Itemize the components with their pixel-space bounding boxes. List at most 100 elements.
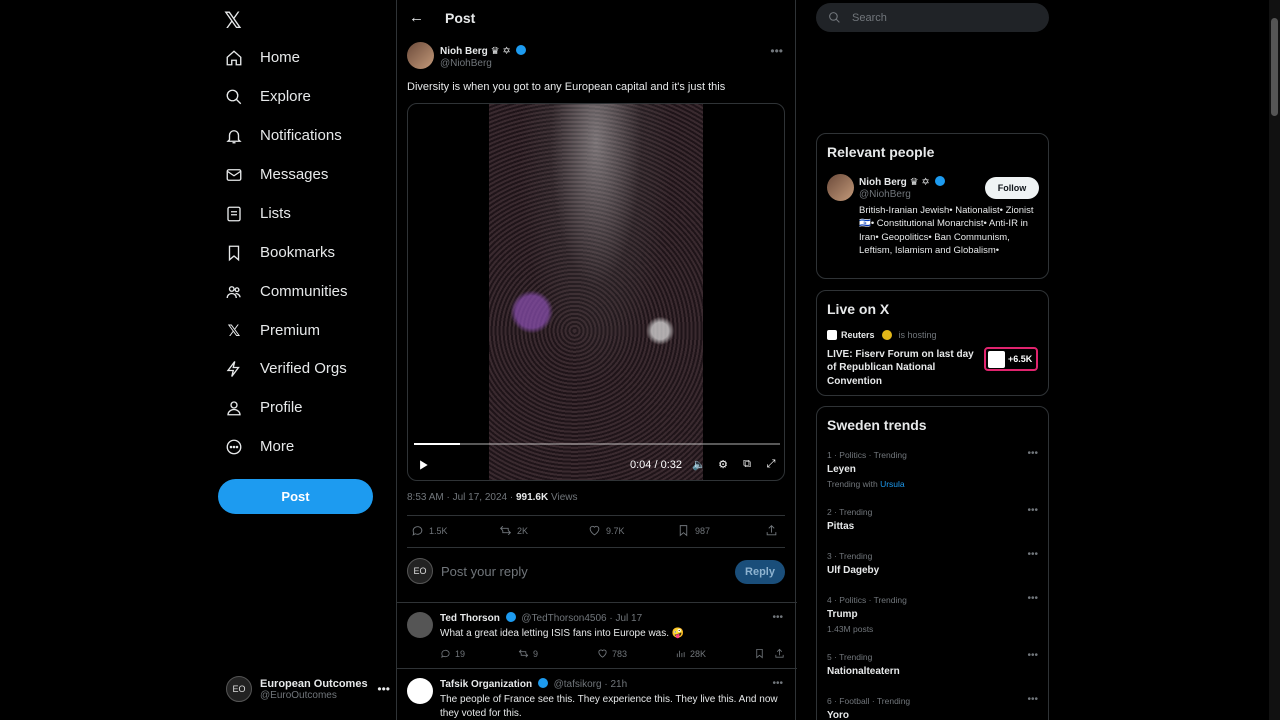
trend-item[interactable]: 6 · Football · Trending Yoro •••	[827, 694, 1040, 720]
search-input[interactable]	[852, 9, 1032, 26]
bookmark-action[interactable]	[754, 648, 765, 659]
share-action[interactable]	[765, 524, 778, 537]
reply-action[interactable]: 19	[440, 648, 465, 659]
more-dots-icon[interactable]: •••	[377, 682, 390, 696]
views-count: 28K	[690, 648, 707, 659]
avatar[interactable]	[827, 174, 854, 201]
nav-premium[interactable]: 𝕏 Premium	[224, 311, 320, 350]
more-dots-icon[interactable]: •••	[1027, 505, 1038, 516]
live-listener-badge[interactable]: +6.5K	[984, 347, 1038, 371]
follow-button[interactable]: Follow	[985, 177, 1039, 199]
star-of-david-icon: ✡	[502, 46, 511, 57]
relevant-person-handle[interactable]: @NiohBerg	[859, 189, 911, 200]
trend-name: Yoro	[827, 710, 850, 720]
video-frame[interactable]	[489, 104, 703, 480]
nav-lists[interactable]: Lists	[224, 194, 291, 233]
reply-action[interactable]: 1.5K	[411, 524, 448, 537]
listener-avatar-icon	[988, 350, 1005, 368]
more-dots-icon[interactable]: •••	[1027, 593, 1038, 604]
more-dots-icon[interactable]: •••	[1027, 650, 1038, 661]
account-name: European Outcomes	[260, 677, 368, 690]
trend-item[interactable]: 5 · Trending Nationalteatern •••	[827, 650, 1040, 677]
relevant-person-name-text: Nioh Berg	[859, 177, 907, 188]
picture-in-picture-icon[interactable]: ⧉	[740, 457, 754, 471]
more-dots-icon[interactable]: •••	[1027, 448, 1038, 459]
reply-author-name[interactable]: Ted Thorson	[440, 613, 500, 624]
scrollbar-thumb[interactable]	[1271, 18, 1278, 116]
page-scrollbar[interactable]	[1269, 0, 1280, 720]
reply-author-name[interactable]: Tafsik Organization	[440, 679, 532, 690]
like-action[interactable]: 783	[597, 648, 627, 659]
trend-item[interactable]: 3 · Trending Ulf Dageby •••	[827, 549, 1040, 576]
search-bar[interactable]	[816, 3, 1049, 32]
people-icon	[224, 282, 244, 302]
heart-icon	[598, 649, 607, 658]
reply-text: What a great idea letting ISIS fans into…	[440, 628, 685, 639]
nav-communities[interactable]: Communities	[224, 272, 348, 311]
views-action[interactable]: 28K	[675, 648, 706, 659]
trend-link[interactable]: Ursula	[880, 479, 905, 489]
live-host[interactable]: Reuters is hosting	[827, 330, 937, 340]
reply-icon	[441, 649, 450, 658]
reply-input[interactable]: Post your reply	[441, 564, 528, 579]
video-progress-fill	[414, 443, 460, 445]
nav-explore[interactable]: Explore	[224, 77, 311, 116]
like-action[interactable]: 9.7K	[588, 524, 625, 537]
repost-action[interactable]: 2K	[499, 524, 528, 537]
trend-category: 5 · Trending	[827, 652, 873, 662]
post-timestamp[interactable]: 8:53 AM · Jul 17, 2024 ·	[407, 492, 516, 503]
nav-notifications-label: Notifications	[260, 127, 342, 144]
nav-bookmarks[interactable]: Bookmarks	[224, 233, 335, 272]
nav-messages[interactable]: Messages	[224, 155, 328, 194]
trend-name: Ulf Dageby	[827, 565, 880, 576]
bell-icon	[224, 126, 244, 146]
back-arrow-icon[interactable]: ←	[409, 9, 424, 26]
video-progress-bar[interactable]	[414, 443, 780, 445]
nav-home[interactable]: Home	[224, 38, 300, 77]
trend-item[interactable]: 2 · Trending Pittas •••	[827, 505, 1040, 532]
nav-more-label: More	[260, 438, 295, 455]
app-root: 𝕏 Home Explore Notifications Messages Li…	[0, 0, 1280, 720]
reply-author-handle[interactable]: @TedThorson4506 · Jul 17	[521, 613, 642, 624]
nav-bookmarks-label: Bookmarks	[260, 244, 336, 261]
nav-notifications[interactable]: Notifications	[224, 116, 342, 155]
repost-action[interactable]: 9	[518, 648, 538, 659]
x-logo-icon[interactable]: 𝕏	[224, 8, 242, 34]
avatar[interactable]	[407, 678, 433, 704]
video-player[interactable]: 0:04 / 0:32 🔈 ⚙ ⧉ ⤢	[407, 103, 785, 481]
bookmark-action[interactable]: 987	[677, 524, 710, 537]
settings-gear-icon[interactable]: ⚙	[716, 457, 730, 471]
more-dots-icon[interactable]: •••	[772, 612, 783, 623]
nav-profile[interactable]: Profile	[224, 388, 303, 427]
post-actions: 1.5K 2K 9.7K 987	[411, 524, 783, 540]
relevant-person-name[interactable]: Nioh Berg ♛ ✡	[859, 176, 946, 188]
volume-icon[interactable]: 🔈	[692, 457, 706, 471]
avatar: EO	[407, 558, 433, 584]
nav-verified-orgs[interactable]: Verified Orgs	[224, 349, 347, 388]
play-icon[interactable]	[416, 458, 430, 475]
live-event-title[interactable]: LIVE: Fiserv Forum on last day of Republ…	[827, 348, 975, 388]
bookmark-icon	[679, 525, 688, 537]
more-dots-icon[interactable]: •••	[770, 44, 783, 58]
divider	[407, 547, 785, 548]
account-switcher[interactable]: EO European Outcomes @EuroOutcomes •••	[226, 676, 396, 702]
more-dots-icon[interactable]: •••	[1027, 549, 1038, 560]
reply-button[interactable]: Reply	[735, 560, 785, 584]
more-dots-icon[interactable]: •••	[772, 678, 783, 689]
nav-more[interactable]: More	[224, 427, 294, 466]
trend-item[interactable]: 4 · Politics · Trending Trump 1.43M post…	[827, 593, 1040, 634]
share-icon	[766, 524, 777, 536]
more-dots-icon[interactable]: •••	[1027, 694, 1038, 705]
author-name[interactable]: Nioh Berg ♛ ✡	[440, 45, 527, 57]
share-action[interactable]	[774, 648, 785, 659]
more-circle-icon	[224, 437, 244, 457]
compose-post-button[interactable]: Post	[218, 479, 373, 514]
trend-item[interactable]: 1 · Politics · Trending Leyen Trending w…	[827, 448, 1040, 489]
fullscreen-icon[interactable]: ⤢	[764, 457, 778, 471]
reply-actions: 19 9 783 28K	[440, 648, 785, 662]
avatar[interactable]	[407, 612, 433, 638]
reply-author-handle[interactable]: @tafsikorg · 21h	[554, 679, 628, 690]
avatar[interactable]	[407, 42, 434, 69]
author-handle[interactable]: @NiohBerg	[440, 58, 492, 69]
relevant-people-title: Relevant people	[827, 144, 935, 160]
